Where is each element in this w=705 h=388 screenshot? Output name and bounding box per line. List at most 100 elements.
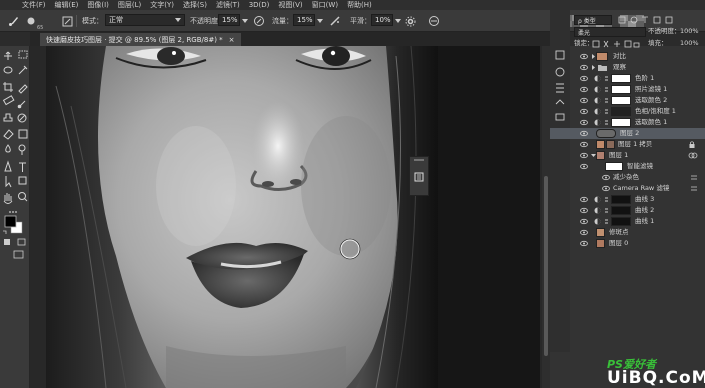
menu-view[interactable]: 视图(V) <box>278 0 302 10</box>
visibility-eye-icon[interactable] <box>580 86 588 93</box>
opacity-dropdown-icon[interactable] <box>242 14 248 28</box>
visibility-eye-icon[interactable] <box>580 163 588 170</box>
visibility-eye-icon[interactable] <box>580 240 588 247</box>
brush-tool-icon[interactable] <box>8 14 20 28</box>
magic-wand-tool-button[interactable] <box>16 64 28 76</box>
pen-tool-button[interactable] <box>2 160 14 172</box>
blend-mode-select[interactable]: 柔光 <box>574 27 646 37</box>
collapsed-panel-dock[interactable] <box>409 156 429 196</box>
flow-dropdown-icon[interactable] <box>317 14 323 28</box>
airbrush-icon[interactable] <box>329 14 341 28</box>
link-icon[interactable] <box>603 108 610 115</box>
link-icon[interactable] <box>603 86 610 93</box>
quick-mask-icon[interactable] <box>16 237 28 249</box>
smooth-input[interactable]: 10% <box>371 14 393 26</box>
flow-input[interactable]: 15% <box>293 14 315 26</box>
layer-row[interactable]: 曲线 1 <box>550 216 705 227</box>
canvas-vertical-scrollbar[interactable] <box>542 46 550 388</box>
layer-opacity-value[interactable]: 100% <box>680 27 699 36</box>
visibility-eye-icon[interactable] <box>580 152 588 159</box>
brush-panel-toggle-icon[interactable] <box>62 14 73 28</box>
layer-row[interactable]: 色相/饱和度 1 <box>550 106 705 117</box>
layer-row[interactable]: 修斑点 <box>550 227 705 238</box>
layer-row[interactable]: 选取颜色 2 <box>550 95 705 106</box>
layer-row[interactable]: 照片滤镜 1 <box>550 84 705 95</box>
filter-options-icon[interactable] <box>690 174 698 181</box>
visibility-eye-icon[interactable] <box>580 97 588 104</box>
visibility-eye-icon[interactable] <box>580 141 588 148</box>
visibility-eye-icon[interactable] <box>580 64 588 71</box>
layer-row[interactable]: 曲线 2 <box>550 205 705 216</box>
brush-tool-button[interactable] <box>16 96 28 108</box>
menu-help[interactable]: 帮助(H) <box>347 0 372 10</box>
menu-select[interactable]: 选择(S) <box>183 0 207 10</box>
menu-window[interactable]: 窗口(W) <box>312 0 338 10</box>
layer-kind-filter[interactable]: ρ 类型 <box>574 15 612 25</box>
smart-filter-row[interactable]: Camera Raw 滤镜 <box>550 183 705 194</box>
layer-group-row[interactable]: 观察 <box>550 62 705 73</box>
visibility-eye-icon[interactable] <box>580 108 588 115</box>
background-color-swatch[interactable] <box>10 221 23 234</box>
layer-row[interactable]: 色阶 1 <box>550 73 705 84</box>
eyedropper-tool-button[interactable] <box>16 80 28 92</box>
visibility-eye-icon[interactable] <box>580 75 588 82</box>
link-icon[interactable] <box>603 196 610 203</box>
layer-row[interactable]: 选取颜色 1 <box>550 117 705 128</box>
link-icon[interactable] <box>603 218 610 225</box>
path-selection-tool-button[interactable] <box>2 176 14 188</box>
history-brush-tool-button[interactable] <box>16 112 28 124</box>
visibility-eye-icon[interactable] <box>580 218 588 225</box>
healing-brush-tool-button[interactable] <box>2 96 14 108</box>
eraser-tool-button[interactable] <box>2 128 14 140</box>
fill-value[interactable]: 100% <box>680 39 699 48</box>
visibility-eye-icon[interactable] <box>602 185 610 192</box>
visibility-eye-icon[interactable] <box>580 207 588 214</box>
visibility-eye-icon[interactable] <box>580 119 588 126</box>
default-colors-icon[interactable] <box>2 237 14 249</box>
layer-row-selected[interactable]: 图层 2 <box>550 128 705 139</box>
menu-type[interactable]: 文字(Y) <box>150 0 174 10</box>
visibility-eye-icon[interactable] <box>580 53 588 60</box>
marquee-tool-button[interactable] <box>16 48 28 60</box>
layer-row[interactable]: 图层 0 <box>550 238 705 249</box>
opacity-input[interactable]: 15% <box>218 14 240 26</box>
document-canvas[interactable] <box>30 46 550 388</box>
brush-preset-picker[interactable] <box>26 14 36 28</box>
close-tab-button[interactable]: × <box>229 36 235 44</box>
visibility-eye-icon[interactable] <box>580 196 588 203</box>
smart-filter-row[interactable]: 减少杂色 <box>550 172 705 183</box>
lasso-tool-button[interactable] <box>2 64 14 76</box>
filter-type-icons[interactable] <box>618 16 698 24</box>
filter-options-icon[interactable] <box>690 185 698 192</box>
link-icon[interactable] <box>603 207 610 214</box>
gradient-tool-button[interactable] <box>16 128 28 140</box>
zoom-tool-button[interactable] <box>16 192 28 204</box>
menu-file[interactable]: 文件(F) <box>22 0 46 10</box>
clone-stamp-tool-button[interactable] <box>2 112 14 124</box>
layer-row[interactable]: 图层 1 拷贝 <box>550 139 705 150</box>
menu-filter[interactable]: 滤镜(T) <box>216 0 240 10</box>
smooth-dropdown-icon[interactable] <box>395 14 401 28</box>
pressure-size-icon[interactable] <box>428 14 440 28</box>
dodge-tool-button[interactable] <box>16 144 28 156</box>
expand-arrow-icon[interactable] <box>590 64 597 71</box>
crop-tool-button[interactable] <box>2 80 14 92</box>
screen-mode-icon[interactable] <box>12 249 24 261</box>
visibility-eye-icon[interactable] <box>580 130 588 137</box>
visibility-eye-icon[interactable] <box>580 229 588 236</box>
scrollbar-thumb[interactable] <box>544 176 548 356</box>
blur-tool-button[interactable] <box>2 144 14 156</box>
move-tool-button[interactable] <box>2 48 14 60</box>
mode-select[interactable]: 正常 <box>105 14 185 26</box>
menu-edit[interactable]: 编辑(E) <box>55 0 79 10</box>
menu-3d[interactable]: 3D(D) <box>249 0 270 10</box>
layer-row[interactable]: 对比 <box>550 51 705 62</box>
lock-options-icons[interactable] <box>592 40 640 48</box>
smoothing-settings-gear-icon[interactable] <box>405 14 416 28</box>
document-tab[interactable]: 快速磨皮技巧图层 · 提交 @ 89.5% (图层 2, RGB/8#) * × <box>40 33 241 46</box>
link-icon[interactable] <box>603 75 610 82</box>
type-tool-button[interactable] <box>16 160 28 172</box>
hand-tool-button[interactable] <box>2 192 14 204</box>
smart-filter-row[interactable]: 智能滤镜 <box>550 161 705 172</box>
link-icon[interactable] <box>603 97 610 104</box>
